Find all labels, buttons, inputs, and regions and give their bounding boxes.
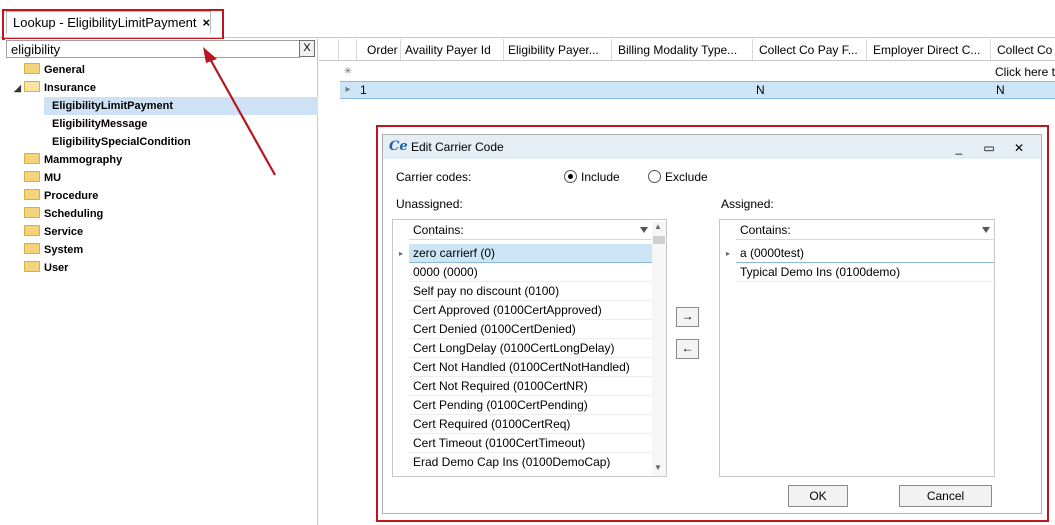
- tree-item-label: Insurance: [44, 82, 96, 94]
- cell-collect-co[interactable]: N: [996, 81, 1005, 99]
- list-item[interactable]: a (0000test): [736, 244, 994, 263]
- close-button[interactable]: ✕: [1010, 140, 1028, 156]
- tree-item-label: Service: [44, 226, 84, 238]
- tree-item-label: User: [44, 262, 69, 274]
- tree-item-label: MU: [44, 172, 62, 184]
- scrollbar-thumb[interactable]: [653, 236, 665, 244]
- folder-icon: [24, 207, 40, 218]
- dialog-title[interactable]: Edit Carrier Code: [383, 135, 1041, 159]
- tree-item-label: Procedure: [44, 190, 99, 202]
- search-clear-button[interactable]: X: [299, 40, 315, 57]
- grid-corner: [319, 39, 339, 61]
- scroll-down-icon[interactable]: ▼: [654, 463, 662, 472]
- open-folder-icon: [24, 81, 40, 92]
- folder-icon: [24, 243, 40, 254]
- move-left-button[interactable]: ←: [676, 339, 699, 359]
- filter-funnel-icon[interactable]: [640, 227, 648, 233]
- ok-button[interactable]: OK: [788, 485, 848, 507]
- row-pointer-icon: ▸: [345, 84, 351, 95]
- exclude-label[interactable]: Exclude: [665, 170, 708, 184]
- folder-icon: [24, 153, 40, 164]
- folder-icon: [24, 63, 40, 74]
- cell-collect-co-pay[interactable]: N: [756, 81, 765, 99]
- move-right-button[interactable]: →: [676, 307, 699, 327]
- expand-triangle-icon[interactable]: ◢: [14, 79, 24, 97]
- column-header-collect-co-pay[interactable]: Collect Co Pay F...: [753, 39, 867, 61]
- scroll-up-icon[interactable]: ▲: [654, 222, 662, 231]
- list-item[interactable]: Cert Timeout (0100CertTimeout): [409, 434, 652, 453]
- column-header-eligibility-payer[interactable]: Eligibility Payer...: [504, 39, 612, 61]
- assigned-label: Assigned:: [721, 197, 774, 211]
- list-item[interactable]: zero carrierf (0): [409, 244, 652, 263]
- cancel-button[interactable]: Cancel: [899, 485, 992, 507]
- exclude-radio[interactable]: [648, 170, 661, 183]
- tree-item-label: General: [44, 64, 85, 76]
- carrier-codes-label: Carrier codes:: [396, 170, 472, 184]
- annotation-arrow: [203, 47, 276, 176]
- tab-highlight-box: [2, 9, 224, 40]
- row-pointer-icon: ▸: [725, 249, 730, 258]
- filter-funnel-icon[interactable]: [982, 227, 990, 233]
- row-pointer-icon: ▸: [398, 249, 403, 258]
- minimize-button[interactable]: _: [950, 140, 968, 156]
- list-item[interactable]: Typical Demo Ins (0100demo): [736, 263, 994, 282]
- tree-item-scheduling[interactable]: Scheduling: [14, 205, 314, 223]
- column-header-billing-modality-type[interactable]: Billing Modality Type...: [612, 39, 753, 61]
- tree-item-system[interactable]: System: [14, 241, 314, 259]
- column-header-employer-direct[interactable]: Employer Direct C...: [867, 39, 991, 61]
- list-item[interactable]: Cert Not Handled (0100CertNotHandled): [409, 358, 652, 377]
- assigned-filter-input[interactable]: Contains:: [736, 220, 994, 240]
- grid-indicator-header: [339, 39, 357, 61]
- tree-item-label: EligibilityLimitPayment: [52, 100, 174, 112]
- folder-icon: [24, 261, 40, 272]
- column-header-collect-co[interactable]: Collect Co: [991, 39, 1055, 61]
- tree-item-user[interactable]: User: [14, 259, 314, 277]
- list-item[interactable]: Cert Required (0100CertReq): [409, 415, 652, 434]
- list-item[interactable]: Cert LongDelay (0100CertLongDelay): [409, 339, 652, 358]
- table-row[interactable]: [340, 81, 1055, 99]
- tree-item-label: Scheduling: [44, 208, 104, 220]
- folder-icon: [24, 189, 40, 200]
- new-row-hint[interactable]: Click here t: [995, 63, 1055, 81]
- list-item[interactable]: Cert Not Required (0100CertNR): [409, 377, 652, 396]
- list-item[interactable]: Cert Approved (0100CertApproved): [409, 301, 652, 320]
- tree-item-service[interactable]: Service: [14, 223, 314, 241]
- column-header-availity-payer-id[interactable]: Availity Payer Id: [401, 39, 504, 61]
- tree-item-label: EligibilityMessage: [52, 118, 148, 130]
- tree-item-procedure[interactable]: Procedure: [14, 187, 314, 205]
- column-header-order[interactable]: Order: [357, 39, 401, 61]
- list-item[interactable]: Self pay no discount (0100): [409, 282, 652, 301]
- include-radio[interactable]: [564, 170, 577, 183]
- include-label[interactable]: Include: [581, 170, 620, 184]
- new-row-icon: ✳: [343, 66, 353, 77]
- unassigned-filter-input[interactable]: Contains:: [409, 220, 652, 240]
- unassigned-label: Unassigned:: [396, 197, 463, 211]
- list-item[interactable]: Cert Denied (0100CertDenied): [409, 320, 652, 339]
- tree-item-label: EligibilitySpecialCondition: [52, 136, 191, 148]
- list-item[interactable]: 0000 (0000): [409, 263, 652, 282]
- tree-item-label: System: [44, 244, 84, 256]
- tree-item-label: Mammography: [44, 154, 123, 166]
- unassigned-scrollbar[interactable]: [652, 222, 666, 476]
- folder-icon: [24, 171, 40, 182]
- folder-icon: [24, 225, 40, 236]
- list-item[interactable]: Erad Demo Cap Ins (0100DemoCap): [409, 453, 652, 472]
- list-item[interactable]: Cert Pending (0100CertPending): [409, 396, 652, 415]
- maximize-button[interactable]: ▭: [980, 140, 998, 156]
- app-logo-icon: Ce: [389, 139, 408, 154]
- cell-order[interactable]: 1: [360, 81, 367, 99]
